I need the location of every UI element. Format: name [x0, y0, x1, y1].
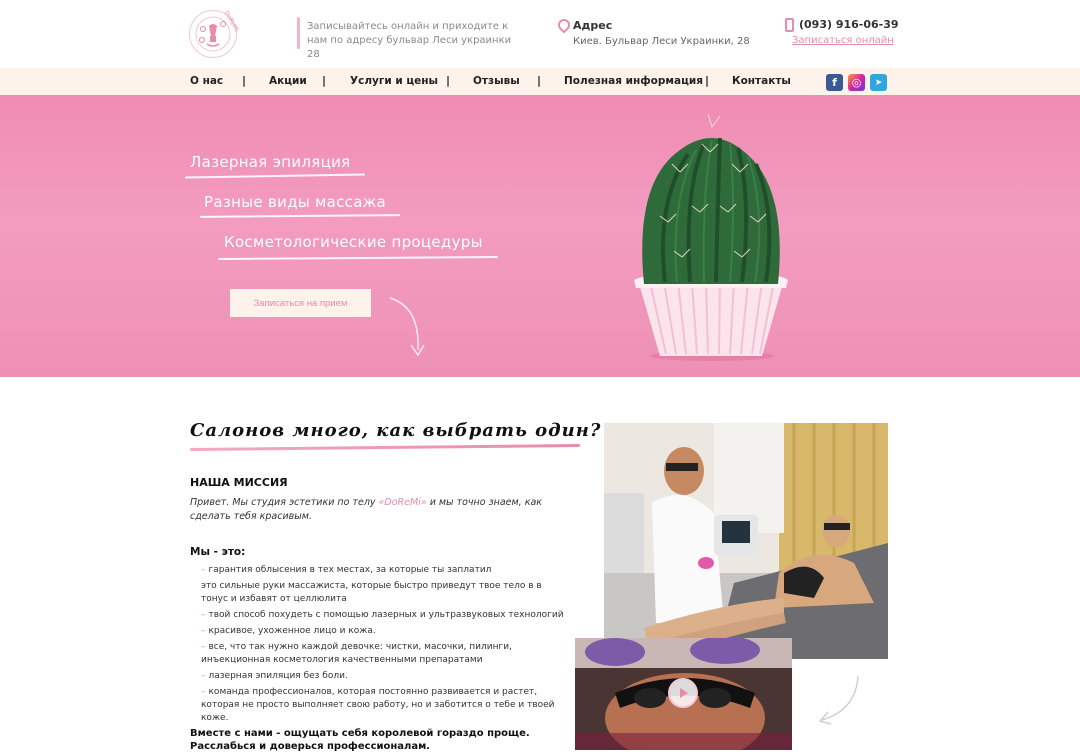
nav-item-services[interactable]: Услуги и цены [350, 75, 438, 87]
hero-line-cosmetology: Косметологические процедуры [224, 233, 483, 251]
address-line: Киев. Бульвар Леси Украинки, 28 [573, 36, 750, 47]
we-are-heading: Мы - это: [190, 546, 246, 558]
closing-line-2: Расслабься и доверься профессионалам. [190, 741, 431, 752]
benefits-list: – гарантия облысения в тех местах, за кот… [201, 564, 571, 728]
instagram-icon[interactable]: ◎ [848, 74, 865, 91]
hero-banner [0, 95, 1080, 377]
list-item-text: лазерная эпиляция без боли. [208, 671, 348, 681]
telegram-icon[interactable]: ➤ [870, 74, 887, 91]
facebook-icon[interactable]: f [826, 74, 843, 91]
laser-treatment-photo [604, 423, 888, 659]
nav-item-about[interactable]: О нас [190, 75, 223, 87]
play-icon[interactable] [668, 678, 698, 708]
closing-text: Вместе с нами - ощущать себя королевой г… [190, 727, 530, 753]
list-dash: – [201, 642, 206, 652]
tagline-accent [297, 17, 300, 49]
curved-arrow-icon [389, 297, 425, 357]
mission-text: Привет. Мы студия эстетики по телу «DoRe… [190, 496, 570, 524]
brand-name: «DoReMi» [378, 497, 427, 508]
nav-item-useful-info[interactable]: Полезная информация [564, 75, 703, 87]
title-underline [189, 443, 581, 452]
book-online-link[interactable]: Записаться онлайн [792, 35, 894, 46]
nav-separator: | [537, 74, 542, 87]
list-item: – все, что так нужно каждой девочке: чист… [201, 641, 571, 667]
list-item: – команда профессионалов, которая постоян… [201, 686, 571, 725]
list-item-text: твой способ похудеть с помощью лазерных … [208, 610, 564, 620]
book-appointment-button[interactable]: Записаться на прием [230, 289, 371, 317]
list-item: – лазерная эпиляция без боли. [201, 670, 571, 683]
site-header: DoReMi Записывайтесь онлайн и приходите … [0, 0, 1080, 68]
location-pin-icon [555, 16, 573, 34]
list-dash: – [201, 565, 206, 575]
closing-line-1: Вместе с нами - ощущать себя королевой г… [190, 728, 530, 739]
cactus-image [620, 112, 800, 362]
nav-item-reviews[interactable]: Отзывы [473, 75, 520, 87]
header-tagline: Записывайтесь онлайн и приходите к нам п… [307, 21, 512, 60]
list-dash: – [201, 626, 206, 636]
section-title: Салонов много, как выбрать один? [190, 420, 602, 441]
nav-item-promotions[interactable]: Акции [269, 75, 307, 87]
list-item-text: гарантия облысения в тех местах, за кото… [208, 565, 492, 575]
nav-separator: | [705, 74, 710, 87]
mission-heading: НАША МИССИЯ [190, 476, 288, 489]
hero-line-massage: Разные виды массажа [204, 193, 387, 211]
phone-number[interactable]: (093) 916-06-39 [799, 18, 899, 31]
main-nav: О нас | Акции | Услуги и цены | Отзывы |… [0, 68, 1080, 95]
mission-text-intro: Привет. Мы студия эстетики по телу [190, 497, 379, 508]
address-title: Адрес [573, 19, 613, 32]
nav-separator: | [242, 74, 247, 87]
list-item-text: красивое, ухоженное лицо и кожа. [208, 626, 376, 636]
nav-separator: | [322, 74, 327, 87]
list-item: – красивое, ухоженное лицо и кожа. [201, 625, 571, 638]
list-dash: – [201, 610, 206, 620]
nav-item-contacts[interactable]: Контакты [732, 75, 791, 87]
nav-separator: | [446, 74, 451, 87]
list-item: – гарантия облысения в тех местах, за кот… [201, 564, 571, 577]
list-dash: – [201, 671, 206, 681]
list-item-text: команда профессионалов, которая постоянн… [201, 687, 555, 723]
list-dash: – [201, 687, 206, 697]
list-item: это сильные руки массажиста, которые быс… [201, 580, 571, 606]
decorative-arrow-icon [818, 675, 859, 725]
list-item: – твой способ похудеть с помощью лазерных… [201, 609, 571, 622]
list-item-text: это сильные руки массажиста, которые быс… [201, 581, 542, 604]
list-item-text: все, что так нужно каждой девочке: чистк… [201, 642, 512, 665]
phone-icon [785, 18, 794, 32]
hero-line-laser: Лазерная эпиляция [190, 153, 351, 171]
